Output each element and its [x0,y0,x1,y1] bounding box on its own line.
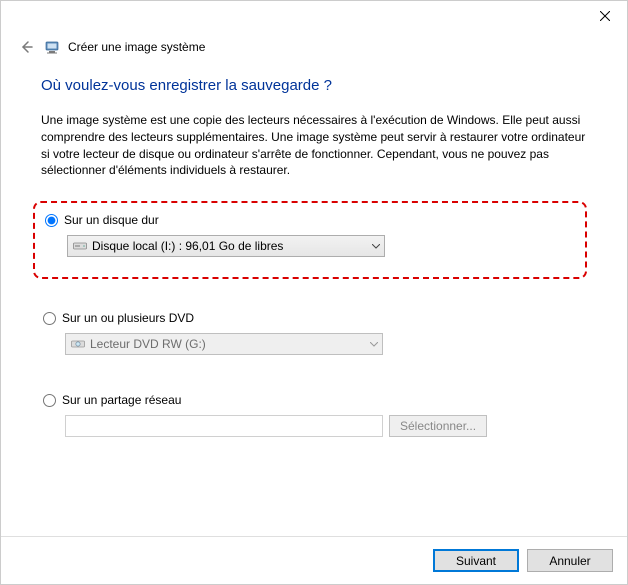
option-hdd-label: Sur un disque dur [64,213,159,227]
radio-hdd[interactable] [45,214,58,227]
hdd-dropdown[interactable]: Disque local (I:) : 96,01 Go de libres [67,235,385,257]
back-arrow-icon [19,40,33,54]
chevron-down-icon [366,236,384,256]
option-dvd-label: Sur un ou plusieurs DVD [62,311,194,325]
highlight-annotation: Sur un disque dur Disque local (I:) : 96… [33,201,587,279]
radio-dvd[interactable] [43,312,56,325]
wizard-title: Créer une image système [68,40,205,54]
next-button[interactable]: Suivant [433,549,519,572]
option-network-label: Sur un partage réseau [62,393,181,407]
optical-drive-icon [70,336,86,352]
option-hdd[interactable]: Sur un disque dur [45,213,575,227]
cancel-button[interactable]: Annuler [527,549,613,572]
browse-button: Sélectionner... [389,415,487,437]
dvd-dropdown-text: Lecteur DVD RW (G:) [90,337,364,351]
network-path-input [65,415,383,437]
option-network[interactable]: Sur un partage réseau [43,393,587,407]
content-area: Où voulez-vous enregistrer la sauvegarde… [1,67,627,536]
options-group: Sur un disque dur Disque local (I:) : 96… [33,201,587,437]
system-image-wizard: Créer une image système Où voulez-vous e… [0,0,628,585]
hdd-dropdown-text: Disque local (I:) : 96,01 Go de libres [92,239,366,253]
close-icon [600,11,610,21]
page-description: Une image système est une copie des lect… [41,112,587,179]
titlebar [1,1,627,31]
back-button[interactable] [16,37,36,57]
radio-network[interactable] [43,394,56,407]
chevron-down-icon [364,334,382,354]
drive-icon [72,238,88,254]
wizard-header: Créer une image système [1,31,627,67]
option-dvd[interactable]: Sur un ou plusieurs DVD [43,311,587,325]
dvd-dropdown: Lecteur DVD RW (G:) [65,333,383,355]
system-image-icon [44,39,60,55]
footer: Suivant Annuler [1,536,627,584]
close-button[interactable] [582,1,627,31]
page-title: Où voulez-vous enregistrer la sauvegarde… [41,77,587,94]
